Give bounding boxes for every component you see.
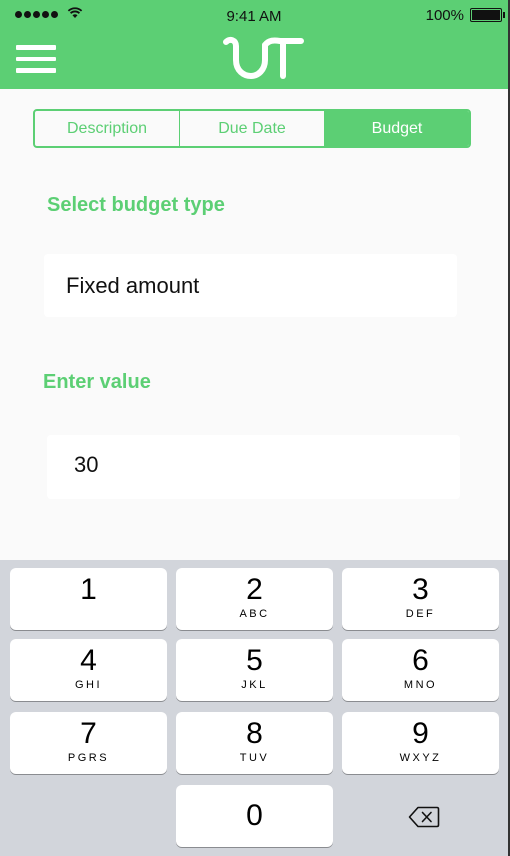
key-0[interactable]: 0	[176, 785, 333, 847]
battery-percent: 100%	[425, 7, 464, 24]
key-letters: DEF	[405, 608, 436, 620]
numeric-keypad: 1 2 ABC 3 DEF 4 GHI 5 JKL 6 MNO 7 PGRS 8…	[0, 560, 508, 856]
key-4[interactable]: 4 GHI	[10, 639, 167, 701]
key-number: 8	[246, 717, 263, 750]
key-letters: PGRS	[67, 752, 110, 764]
key-number: 7	[80, 717, 97, 750]
key-number: 1	[80, 573, 97, 606]
key-letters: ABC	[239, 608, 270, 620]
status-bar: 9:41 AM 100%	[0, 0, 508, 30]
battery-icon	[470, 8, 505, 22]
app-header: 9:41 AM 100%	[0, 0, 508, 89]
tab-due-date[interactable]: Due Date	[180, 111, 325, 146]
key-number: 0	[246, 799, 263, 832]
tab-description[interactable]: Description	[35, 111, 180, 146]
key-8[interactable]: 8 TUV	[176, 712, 333, 774]
key-number: 2	[246, 573, 263, 606]
budget-type-label: Select budget type	[47, 194, 225, 216]
key-7[interactable]: 7 PGRS	[10, 712, 167, 774]
tab-bar: Description Due Date Budget	[33, 109, 471, 148]
menu-icon[interactable]	[16, 44, 56, 74]
key-9[interactable]: 9 WXYZ	[342, 712, 499, 774]
key-letters: GHI	[74, 679, 103, 691]
backspace-icon	[408, 806, 440, 828]
key-number: 9	[412, 717, 429, 750]
key-number: 4	[80, 644, 97, 677]
key-number: 3	[412, 573, 429, 606]
key-5[interactable]: 5 JKL	[176, 639, 333, 701]
tab-budget[interactable]: Budget	[325, 111, 469, 146]
key-number: 6	[412, 644, 429, 677]
key-letters: JKL	[241, 679, 268, 691]
key-number: 5	[246, 644, 263, 677]
key-letters: MNO	[403, 679, 438, 691]
key-letters: WXYZ	[399, 752, 442, 764]
key-2[interactable]: 2 ABC	[176, 568, 333, 630]
enter-value-label: Enter value	[43, 371, 151, 393]
ut-logo	[223, 36, 304, 80]
key-3[interactable]: 3 DEF	[342, 568, 499, 630]
key-6[interactable]: 6 MNO	[342, 639, 499, 701]
key-1[interactable]: 1	[10, 568, 167, 630]
backspace-key[interactable]	[342, 785, 499, 847]
budget-type-select[interactable]: Fixed amount	[44, 254, 457, 317]
key-letters: TUV	[239, 752, 270, 764]
value-input[interactable]: 30	[47, 435, 460, 499]
